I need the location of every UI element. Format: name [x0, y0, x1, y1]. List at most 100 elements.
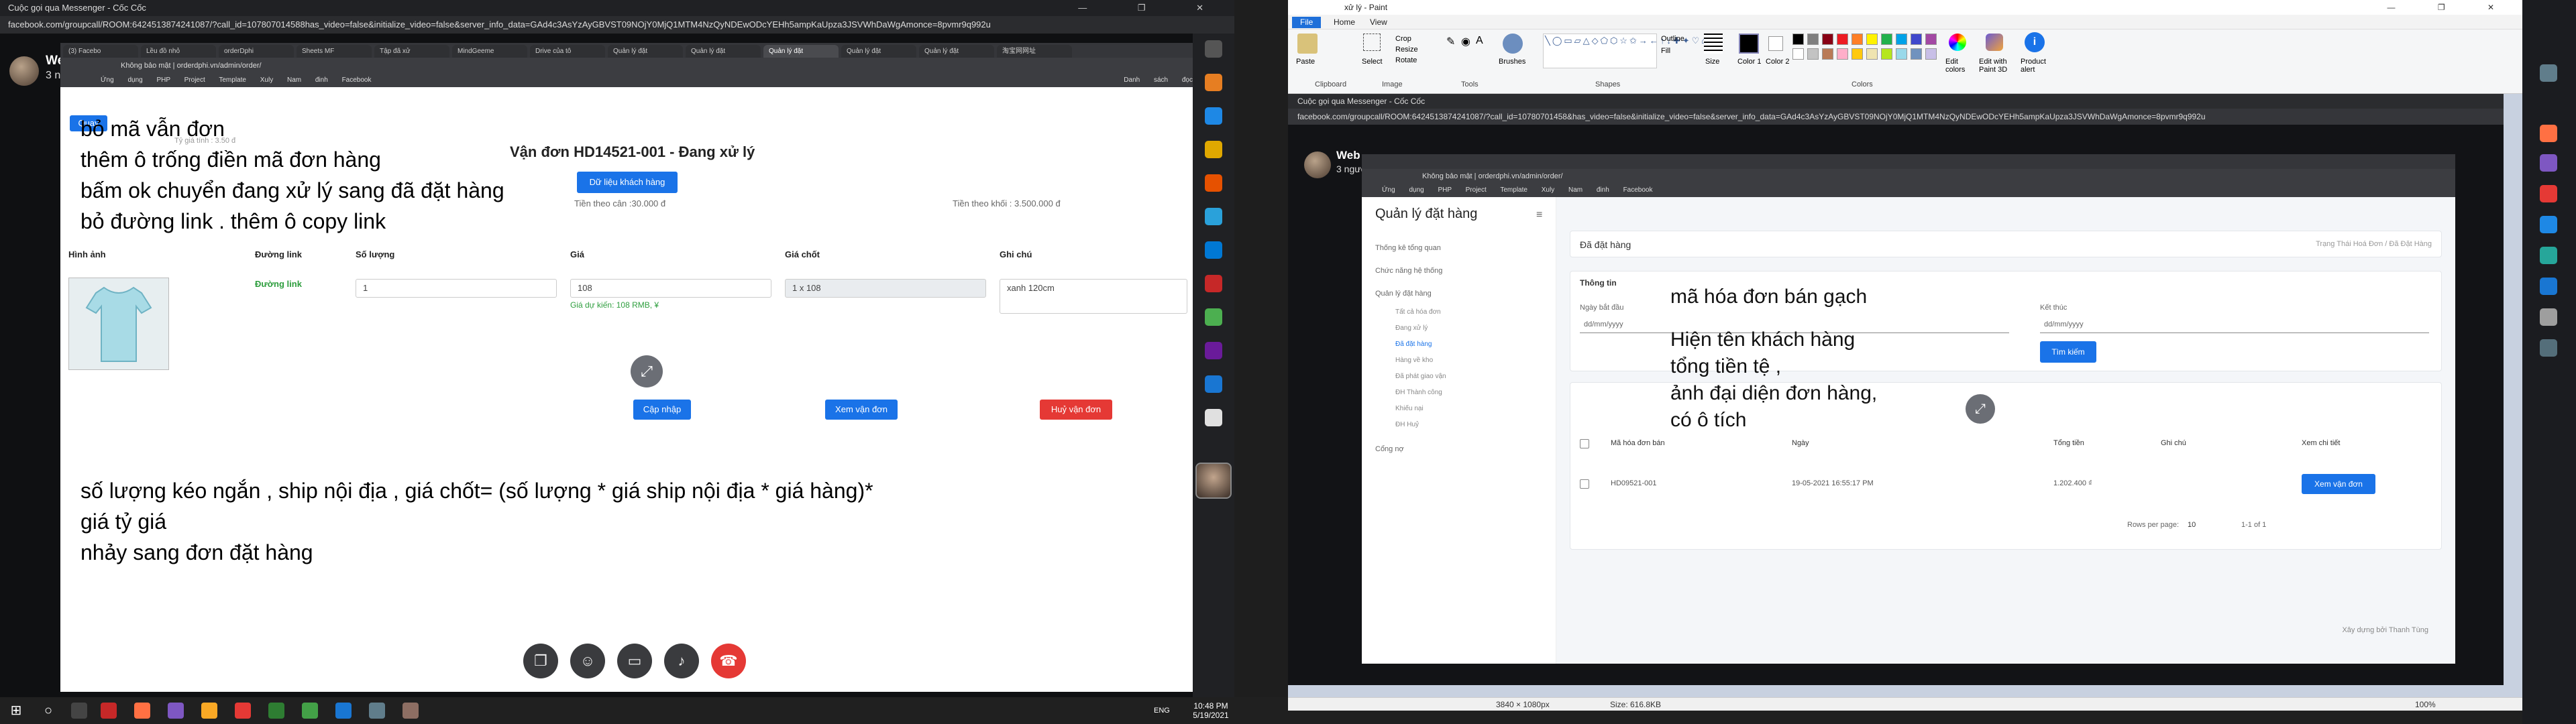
bookmark[interactable]: Nam đinh: [287, 76, 328, 84]
menu-view[interactable]: View: [1362, 17, 1395, 28]
select-label[interactable]: Select: [1362, 58, 1383, 66]
tab[interactable]: Quản lý đặt: [608, 45, 683, 58]
palette-swatch[interactable]: [1792, 34, 1804, 45]
resize-button[interactable]: Resize: [1395, 46, 1418, 54]
bookmark[interactable]: Ứng dụng: [101, 76, 143, 84]
palette-swatch[interactable]: [1822, 48, 1833, 60]
quantity-input[interactable]: 1: [356, 279, 557, 298]
tab[interactable]: Tập đã xử: [374, 45, 449, 58]
palette-swatch[interactable]: [1911, 48, 1922, 60]
app-icon[interactable]: [2540, 308, 2557, 326]
participants-icon[interactable]: ☺: [570, 644, 605, 678]
tab[interactable]: orderDphi: [219, 45, 294, 58]
app-icon[interactable]: [1205, 74, 1222, 91]
palette-swatch[interactable]: [1911, 34, 1922, 45]
tab[interactable]: 淘宝网网址: [997, 45, 1072, 58]
firefox-icon[interactable]: [134, 703, 150, 719]
product-alert-icon[interactable]: i: [2025, 32, 2045, 52]
tab-active[interactable]: Quản lý đặt: [763, 45, 839, 58]
chrome-icon[interactable]: [1205, 308, 1222, 326]
tab[interactable]: Quản lý đặt: [686, 45, 761, 58]
share-screen-icon[interactable]: ❐: [523, 644, 558, 678]
update-button[interactable]: Cập nhập: [633, 400, 691, 420]
app-icon[interactable]: [2540, 185, 2557, 202]
vscode-icon[interactable]: [1205, 241, 1222, 259]
palette-swatch[interactable]: [1837, 48, 1848, 60]
self-view-thumbnail[interactable]: [1195, 463, 1232, 499]
vscode-icon[interactable]: [2540, 278, 2557, 295]
paint-canvas[interactable]: Cuộc gọi qua Messenger - Cốc Cốc faceboo…: [1288, 94, 2504, 685]
tab[interactable]: Sheets MF: [297, 45, 372, 58]
app-icon[interactable]: [1205, 409, 1222, 426]
window-controls[interactable]: — ❐ ✕: [1078, 0, 1228, 16]
edit-colors-icon[interactable]: [1949, 34, 1966, 51]
explorer-icon[interactable]: [201, 703, 217, 719]
app-icon[interactable]: [369, 703, 385, 719]
palette-swatch[interactable]: [1822, 34, 1833, 45]
app-icon[interactable]: [1205, 342, 1222, 359]
tab[interactable]: Drive của tô: [530, 45, 605, 58]
paint3d-icon[interactable]: [1986, 34, 2003, 51]
edit-colors-label[interactable]: Edit colors: [1945, 58, 1972, 74]
app-icon[interactable]: [2540, 247, 2557, 264]
paste-icon[interactable]: [1297, 34, 1318, 54]
palette-swatch[interactable]: [1925, 48, 1937, 60]
color2-swatch[interactable]: [1768, 36, 1783, 51]
folder-icon[interactable]: [1205, 141, 1222, 158]
rotate-button[interactable]: Rotate: [1395, 56, 1417, 64]
cancel-order-button[interactable]: Huỷ vận đơn: [1040, 400, 1112, 420]
zoom-level[interactable]: 100%: [2415, 698, 2436, 711]
video-icon[interactable]: ▭: [617, 644, 652, 678]
bookmark[interactable]: Xuly: [260, 76, 273, 84]
app-icon[interactable]: [1205, 375, 1222, 393]
tab[interactable]: Lều đồ nhỏ: [141, 45, 216, 58]
palette-swatch[interactable]: [1807, 34, 1819, 45]
reading-list[interactable]: Danh sách đọc: [1124, 74, 1193, 87]
app-icon[interactable]: [268, 703, 284, 719]
palette-swatch[interactable]: [1851, 48, 1863, 60]
palette-swatch[interactable]: [1896, 48, 1907, 60]
app-icon[interactable]: [2540, 64, 2557, 82]
language-indicator[interactable]: ENG: [1154, 707, 1170, 715]
chrome-icon[interactable]: [302, 703, 318, 719]
app-icon[interactable]: [402, 703, 419, 719]
palette-swatch[interactable]: [1925, 34, 1937, 45]
microphone-icon[interactable]: ♪: [664, 644, 699, 678]
pencil-icon[interactable]: ✎: [1446, 35, 1455, 48]
product-link[interactable]: Đường link: [255, 279, 302, 289]
size-label[interactable]: Size: [1705, 58, 1719, 66]
filezilla-icon[interactable]: [1205, 275, 1222, 292]
address-bar[interactable]: Không bảo mật | orderdphi.vn/admin/order…: [60, 58, 1201, 74]
bookmark[interactable]: Facebook: [342, 76, 372, 84]
expand-icon[interactable]: ⤢: [631, 355, 663, 387]
telegram-icon[interactable]: [1205, 208, 1222, 225]
shapes-gallery[interactable]: ╲◯▭▱△◇⬠⬡☆✩→←↑↓✚✦♡⌂: [1543, 34, 1707, 68]
text-icon[interactable]: A: [1476, 35, 1483, 47]
app-icon[interactable]: [1205, 107, 1222, 125]
view-order-button[interactable]: Xem vận đơn: [825, 400, 898, 420]
tab[interactable]: MindGeeme: [452, 45, 527, 58]
palette-swatch[interactable]: [1896, 34, 1907, 45]
palette-swatch[interactable]: [1881, 48, 1892, 60]
price-input[interactable]: 108: [570, 279, 771, 298]
tab[interactable]: Quản lý đặt: [841, 45, 916, 58]
palette-swatch[interactable]: [1837, 34, 1848, 45]
crop-button[interactable]: Crop: [1395, 35, 1411, 43]
screenshot-icon[interactable]: [1205, 40, 1222, 58]
customer-data-button[interactable]: Dữ liệu khách hàng: [577, 172, 678, 193]
search-icon[interactable]: ○: [40, 703, 56, 719]
paint3d-label[interactable]: Edit with Paint 3D: [1979, 58, 2017, 74]
menu-home[interactable]: Home: [1326, 17, 1363, 28]
palette-swatch[interactable]: [1792, 48, 1804, 60]
app-icon[interactable]: [235, 703, 251, 719]
bookmark[interactable]: PHP Project: [156, 76, 205, 84]
select-icon[interactable]: [1363, 34, 1381, 51]
fill-button[interactable]: Fill: [1661, 47, 1670, 55]
palette-swatch[interactable]: [1866, 34, 1878, 45]
palette-swatch[interactable]: [1851, 34, 1863, 45]
vscode-icon[interactable]: [335, 703, 352, 719]
paste-label[interactable]: Paste: [1296, 58, 1315, 66]
note-textarea[interactable]: xanh 120cm: [1000, 279, 1187, 314]
app-icon[interactable]: [101, 703, 117, 719]
firefox-icon[interactable]: [2540, 125, 2557, 142]
